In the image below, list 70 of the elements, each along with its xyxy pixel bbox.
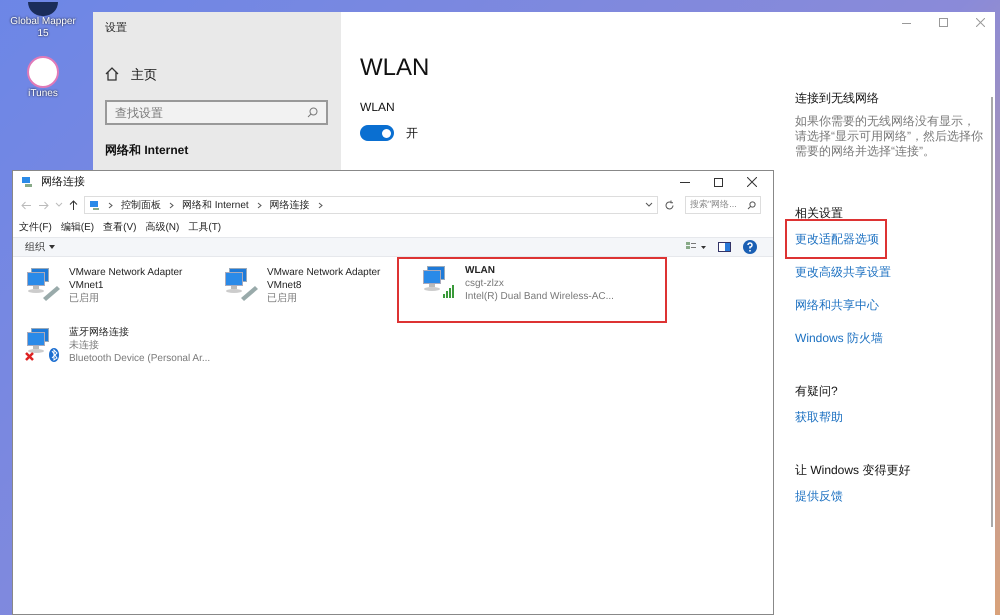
chevron-down-icon[interactable]: [645, 202, 653, 208]
connection-item[interactable]: 蓝牙网络连接 未连接 Bluetooth Device (Personal Ar...: [25, 321, 223, 371]
settings-link[interactable]: 获取帮助: [795, 410, 843, 424]
menu-item[interactable]: 编辑(E): [60, 220, 94, 234]
connection-status: 已启用: [69, 292, 100, 305]
search-placeholder: 查找设置: [115, 104, 163, 122]
connection-name: 蓝牙网络连接: [69, 326, 130, 339]
help-icon[interactable]: [743, 240, 757, 254]
preview-pane-icon[interactable]: [718, 242, 731, 252]
settings-link[interactable]: Windows 防火墙: [795, 331, 884, 345]
connection-name: VMware Network Adapter VMnet8: [267, 266, 382, 292]
settings-link[interactable]: 更改高级共享设置: [795, 265, 891, 279]
search-placeholder: 搜索"网络...: [690, 198, 737, 212]
up-arrow-icon[interactable]: [69, 200, 78, 210]
address-bar[interactable]: 控制面板 网络和 Internet 网络连接: [84, 196, 658, 214]
toggle-label: WLAN: [360, 99, 396, 116]
search-icon: [307, 107, 318, 118]
connection-item[interactable]: VMware Network Adapter VMnet1 已启用: [25, 261, 223, 311]
home-link[interactable]: 主页: [131, 64, 157, 84]
settings-link[interactable]: 网络和共享中心: [795, 298, 879, 312]
caret-icon: [49, 245, 55, 249]
toggle-state: 开: [406, 125, 418, 142]
section-heading: 让 Windows 变得更好: [795, 462, 912, 478]
menu-item[interactable]: 查看(V): [103, 220, 136, 234]
icon-label: iTunes: [28, 88, 58, 100]
section-heading: 相关设置: [795, 205, 844, 221]
breadcrumb[interactable]: 网络和 Internet: [182, 198, 249, 212]
app-icon[interactable]: [27, 56, 59, 88]
search-field[interactable]: 查找设置: [105, 100, 328, 125]
section-description: 如果你需要的无线网络没有显示，请选择“显示可用网络”，然后选择你需要的网络并选择“连接”。: [795, 114, 984, 159]
network-icon: [21, 176, 33, 188]
breadcrumb[interactable]: 控制面板: [121, 198, 161, 212]
network-adapter-icon: [25, 266, 61, 302]
search-icon: [747, 200, 756, 210]
chevron-right-icon: [169, 202, 174, 208]
bluetooth-adapter-icon: [25, 326, 61, 362]
menu-item[interactable]: 高级(N): [145, 220, 180, 234]
toggle-switch[interactable]: [360, 125, 394, 141]
refresh-icon[interactable]: [664, 200, 675, 210]
icon-label: Global Mapper 15: [10, 16, 76, 40]
search-field[interactable]: 搜索"网络...: [685, 196, 761, 214]
chevron-right-icon: [318, 202, 323, 208]
window-title: 网络连接: [41, 174, 85, 190]
device-name: Bluetooth Device (Personal Ar...: [69, 352, 212, 365]
chevron-right-icon: [256, 202, 262, 208]
device-name: Intel(R) Dual Band Wireless-AC...: [465, 290, 615, 303]
breadcrumb[interactable]: 网络连接: [270, 198, 310, 212]
home-icon: [105, 67, 119, 82]
maximize-button[interactable]: [714, 178, 723, 186]
app-icon[interactable]: [28, 2, 58, 16]
nav-section[interactable]: 网络和 Internet: [105, 141, 329, 159]
section-heading: 有疑问?: [795, 383, 839, 399]
connection-name: WLAN: [465, 264, 496, 277]
network-adapter-icon: [223, 266, 259, 302]
connection-status: 未连接: [69, 339, 100, 352]
organize-button[interactable]: 组织: [25, 240, 55, 254]
connection-name: VMware Network Adapter VMnet1: [69, 266, 184, 292]
settings-link[interactable]: 更改适配器选项: [795, 232, 879, 246]
chevron-right-icon: [108, 202, 113, 208]
page-heading: WLAN: [360, 54, 430, 82]
connection-status: 已启用: [267, 292, 298, 305]
close-icon[interactable]: [747, 177, 757, 187]
menu-item[interactable]: 文件(F): [19, 220, 52, 234]
window-title: 设置: [105, 21, 128, 36]
settings-link[interactable]: 提供反馈: [795, 489, 843, 503]
section-heading: 连接到无线网络: [795, 90, 880, 106]
connection-status: csgt-zlzx: [465, 277, 505, 290]
menu-item[interactable]: 工具(T): [188, 220, 222, 234]
wireless-adapter-icon: [421, 264, 457, 300]
network-icon: [89, 200, 100, 210]
